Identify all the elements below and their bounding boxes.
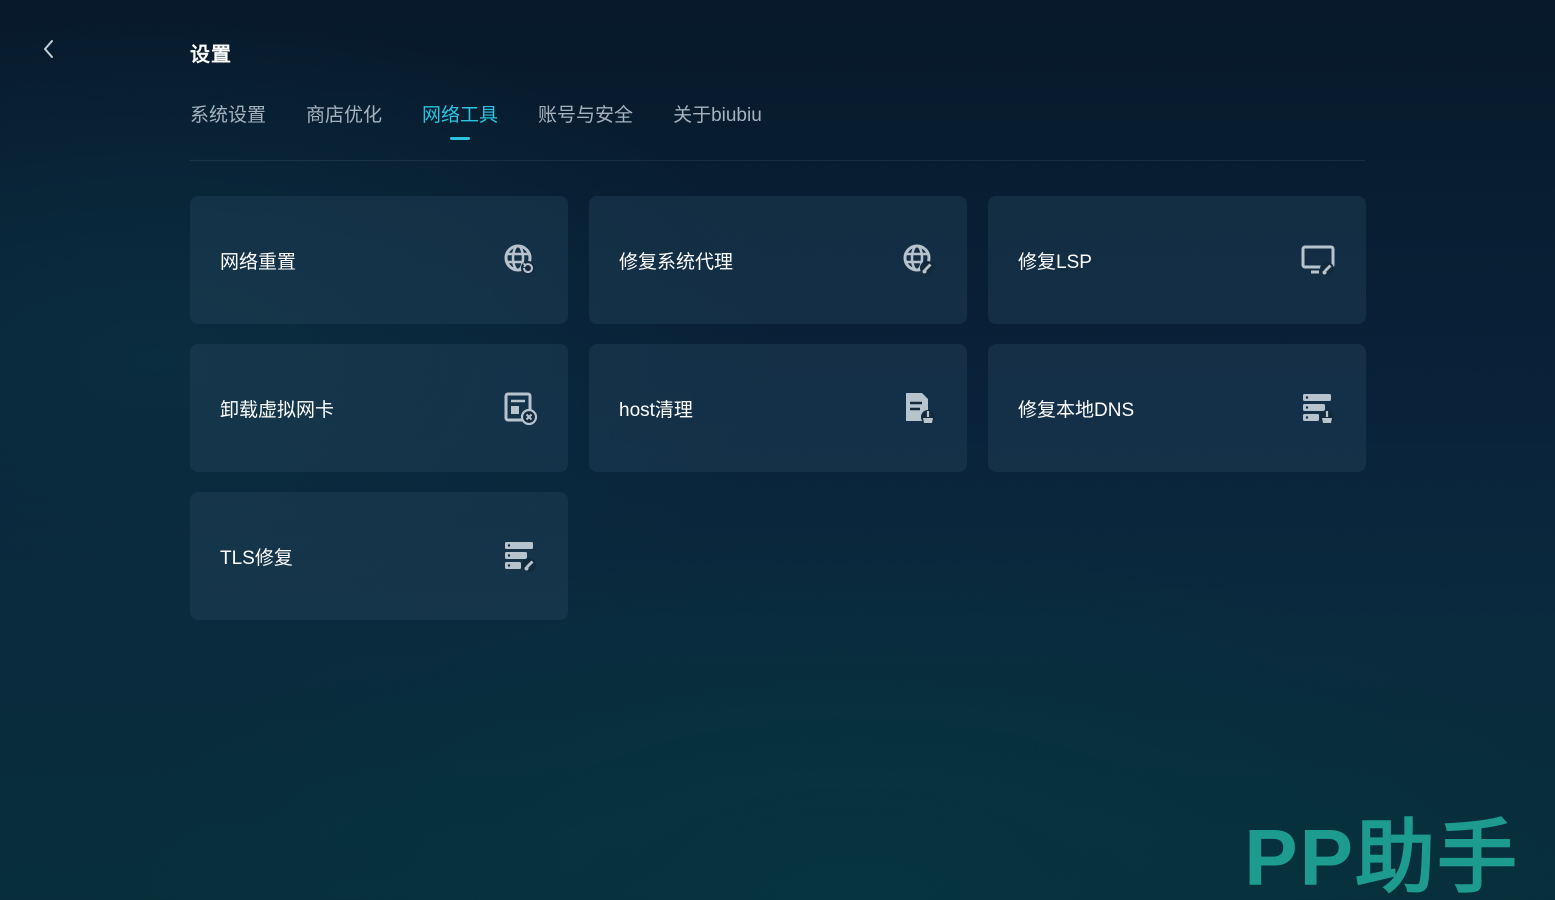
tool-card-label: TLS修复 bbox=[220, 547, 293, 569]
tool-card-tls-repair[interactable]: TLS修复 bbox=[190, 492, 568, 620]
server-wrench-icon bbox=[502, 538, 538, 574]
tool-card-repair-local-dns[interactable]: 修复本地DNS bbox=[988, 344, 1366, 472]
tool-card-label: 修复本地DNS bbox=[1018, 399, 1135, 421]
tool-card-uninstall-virtual-nic[interactable]: 卸载虚拟网卡 bbox=[190, 344, 568, 472]
network-card-remove-icon bbox=[502, 390, 538, 426]
tab-about[interactable]: 关于biubiu bbox=[673, 100, 762, 132]
globe-wrench-icon bbox=[901, 242, 937, 278]
page-title: 设置 bbox=[190, 44, 232, 66]
tab-account-security[interactable]: 账号与安全 bbox=[538, 100, 633, 132]
tool-card-label: 卸载虚拟网卡 bbox=[220, 399, 335, 421]
tools-grid: 网络重置 修复系统代理 修复LSP 卸载虚拟网卡 host清理 修复本地DNS … bbox=[190, 196, 1366, 620]
tool-card-network-reset[interactable]: 网络重置 bbox=[190, 196, 568, 324]
tool-card-host-cleanup[interactable]: host清理 bbox=[589, 344, 967, 472]
tool-card-repair-lsp[interactable]: 修复LSP bbox=[988, 196, 1366, 324]
tool-card-label: 修复系统代理 bbox=[619, 251, 734, 273]
tool-card-label: 网络重置 bbox=[220, 251, 297, 273]
tool-card-label: host清理 bbox=[619, 399, 693, 421]
tab-system-settings[interactable]: 系统设置 bbox=[190, 100, 266, 132]
tool-card-repair-system-proxy[interactable]: 修复系统代理 bbox=[589, 196, 967, 324]
chevron-left-icon bbox=[44, 40, 53, 58]
back-button[interactable] bbox=[34, 34, 64, 64]
document-broom-icon bbox=[901, 390, 937, 426]
tab-store-optimization[interactable]: 商店优化 bbox=[306, 100, 382, 132]
server-wrench-icon bbox=[1300, 390, 1336, 426]
globe-refresh-icon bbox=[502, 242, 538, 278]
watermark-logo: PP助手 bbox=[1244, 813, 1519, 900]
tab-network-tools[interactable]: 网络工具 bbox=[422, 100, 498, 140]
tool-card-label: 修复LSP bbox=[1018, 251, 1092, 273]
tab-bar: 系统设置 商店优化 网络工具 账号与安全 关于biubiu bbox=[190, 100, 1365, 161]
monitor-wrench-icon bbox=[1300, 242, 1336, 278]
